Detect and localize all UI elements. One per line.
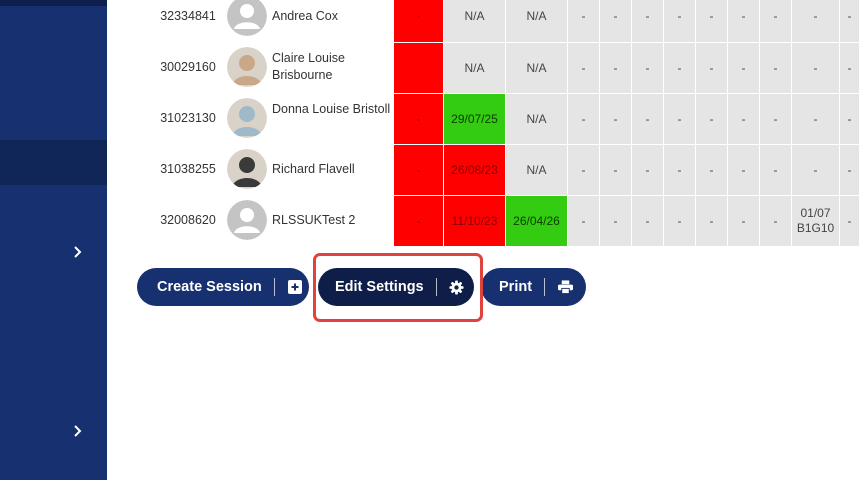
qualification-cell[interactable]: - [632, 0, 664, 42]
qualification-cell[interactable]: 11/10/23 [444, 195, 506, 246]
qualification-cell[interactable]: - [394, 144, 444, 195]
qualification-cell[interactable]: N/A [506, 144, 568, 195]
avatar [227, 0, 267, 36]
member-qualifications-table: 32334841 Andrea Cox - N/A N/A - - - - - - - - -300291… [107, 0, 860, 246]
member-id: 30029160 [160, 60, 216, 74]
qualification-cell[interactable]: - [760, 195, 792, 246]
qualification-cell[interactable]: N/A [444, 0, 506, 42]
qualification-cell[interactable]: 29/07/25 [444, 93, 506, 144]
qualification-cell[interactable]: - [632, 144, 664, 195]
qualification-cell[interactable]: - [728, 195, 760, 246]
qualification-cell[interactable]: - [696, 195, 728, 246]
qualification-cell[interactable]: - [664, 144, 696, 195]
avatar [227, 98, 267, 138]
table-row[interactable]: 32008620 RLSSUKTest 2-11/10/23 26/04/26- - -… [107, 195, 860, 246]
member-name[interactable]: RLSSUKTest 2 [272, 212, 392, 229]
qualification-cell[interactable]: - [568, 195, 600, 246]
create-session-button[interactable]: Create Session [137, 268, 309, 306]
print-label: Print [499, 279, 533, 295]
member-id: 31023130 [160, 111, 216, 125]
chevron-right-icon[interactable] [70, 244, 86, 260]
printer-icon [557, 279, 573, 295]
button-divider [273, 278, 275, 296]
member-id: 32008620 [160, 213, 216, 227]
chevron-right-icon[interactable] [70, 423, 86, 439]
edit-settings-highlight [313, 253, 483, 322]
sidebar-top-strip [0, 0, 107, 6]
qualification-cell[interactable]: - [696, 0, 728, 42]
qualification-cell[interactable]: - [696, 144, 728, 195]
qualification-cell[interactable]: - [664, 42, 696, 93]
qualification-cell[interactable]: - [840, 0, 860, 42]
qualification-cell[interactable]: - [632, 195, 664, 246]
qualification-cell[interactable]: - [696, 93, 728, 144]
qualification-cell[interactable]: N/A [506, 93, 568, 144]
qualification-cell[interactable]: - [840, 144, 860, 195]
qualification-cell[interactable]: - [728, 0, 760, 42]
print-button[interactable]: Print [481, 268, 586, 306]
member-name[interactable]: Claire Louise Brisbourne [272, 50, 392, 84]
qualification-cell[interactable]: - [696, 42, 728, 93]
qualification-cell[interactable]: - [760, 0, 792, 42]
qualification-cell[interactable]: - [792, 93, 840, 144]
qualification-cell[interactable]: - [568, 0, 600, 42]
qualification-cell[interactable]: - [760, 93, 792, 144]
qualification-cell[interactable]: - [600, 93, 632, 144]
qualification-cell[interactable]: 01/07 B1G10 [792, 195, 840, 246]
sidebar [0, 0, 107, 480]
sidebar-active-item[interactable] [0, 140, 107, 185]
qualification-cell[interactable]: - [760, 42, 792, 93]
table-row[interactable]: 31023130 Donna Louise Bristoll -29/07/25 N/… [107, 93, 860, 144]
qualification-cell[interactable]: - [664, 0, 696, 42]
qualification-cell[interactable]: - [568, 42, 600, 93]
qualification-cell[interactable]: N/A [506, 42, 568, 93]
table-row[interactable]: 30029160 Claire Louise Brisbourne N/A N/A - -… [107, 42, 860, 93]
qualification-cell[interactable]: - [792, 0, 840, 42]
avatar [227, 149, 267, 189]
qualification-cell[interactable]: - [760, 144, 792, 195]
member-name[interactable]: Andrea Cox [272, 8, 392, 25]
qualification-cell[interactable]: - [600, 195, 632, 246]
qualification-cell[interactable]: 26/04/26 [506, 195, 568, 246]
qualification-cell[interactable]: - [840, 195, 860, 246]
qualification-cell[interactable]: - [600, 42, 632, 93]
table-row[interactable]: 32334841 Andrea Cox - N/A N/A - - - - - - - - - [107, 0, 860, 42]
qualification-cell[interactable]: 26/08/23 [444, 144, 506, 195]
qualification-cell[interactable]: - [728, 42, 760, 93]
qualification-cell[interactable]: - [840, 42, 860, 93]
qualification-cell[interactable]: - [728, 93, 760, 144]
qualification-cell[interactable]: N/A [506, 0, 568, 42]
qualification-cell[interactable]: - [840, 93, 860, 144]
table-row[interactable]: 31038255 Richard Flavell -26/08/23 N/A - - - - -… [107, 144, 860, 195]
plus-square-icon [287, 279, 303, 295]
member-id: 32334841 [160, 9, 216, 23]
member-name[interactable]: Donna Louise Bristoll [272, 101, 392, 118]
avatar [227, 47, 267, 87]
qualification-cell[interactable]: - [394, 93, 444, 144]
qualification-cell[interactable]: - [600, 144, 632, 195]
qualification-cell[interactable] [394, 42, 444, 93]
avatar [227, 200, 267, 240]
qualification-cell[interactable]: - [664, 195, 696, 246]
qualification-cell[interactable]: - [394, 0, 444, 42]
qualification-cell[interactable]: - [568, 93, 600, 144]
member-name[interactable]: Richard Flavell [272, 161, 392, 178]
qualification-cell[interactable]: - [792, 42, 840, 93]
qualification-cell[interactable]: - [664, 93, 696, 144]
qualification-cell[interactable]: - [632, 42, 664, 93]
qualification-cell[interactable]: - [568, 144, 600, 195]
qualification-cell[interactable]: - [632, 93, 664, 144]
qualification-cell[interactable]: - [792, 144, 840, 195]
member-id: 31038255 [160, 162, 216, 176]
qualification-cell[interactable]: N/A [444, 42, 506, 93]
create-session-label: Create Session [157, 279, 262, 295]
button-divider [544, 278, 546, 296]
qualification-cell[interactable]: - [394, 195, 444, 246]
qualification-cell[interactable]: - [600, 0, 632, 42]
qualification-cell[interactable]: - [728, 144, 760, 195]
